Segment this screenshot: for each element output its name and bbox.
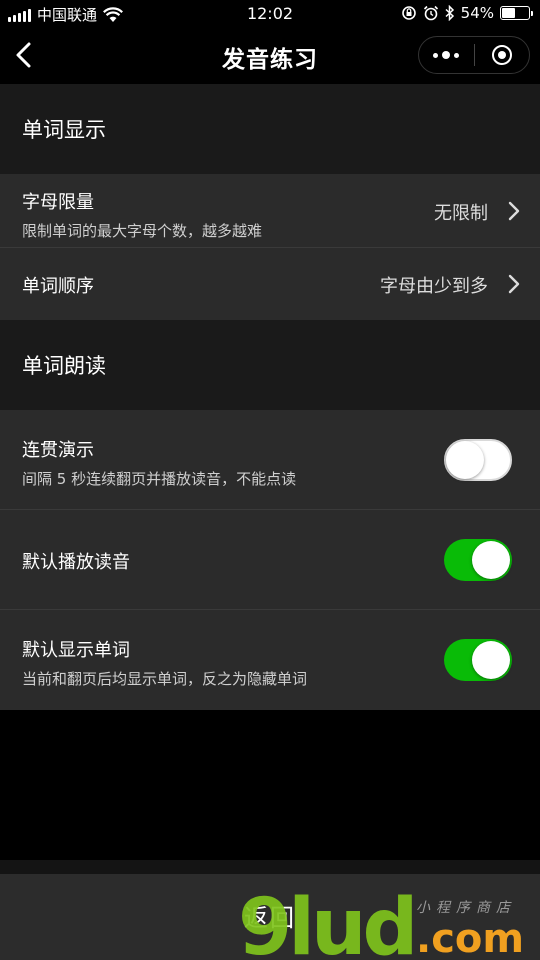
watermark-main: 9lud	[238, 890, 414, 960]
letter-limit-value: 无限制	[434, 203, 488, 224]
toggle-knob	[472, 641, 510, 679]
more-dots-icon	[433, 51, 460, 59]
bluetooth-icon	[445, 5, 454, 21]
section-header-reading: 单词朗读	[0, 320, 540, 410]
section-header-display: 单词显示	[0, 84, 540, 174]
word-order-title: 单词顺序	[22, 276, 94, 297]
target-circle-icon	[491, 45, 512, 65]
word-order-row[interactable]: 单词顺序 字母由少到多	[0, 248, 540, 320]
close-miniprogram-button[interactable]	[475, 37, 530, 73]
more-button[interactable]	[419, 37, 474, 73]
letter-limit-row[interactable]: 字母限量 限制单词的最大字母个数，越多越难 无限制	[0, 174, 540, 248]
watermark-tagline: 小程序商店	[416, 900, 516, 916]
miniprogram-capsule	[418, 36, 530, 74]
status-bar: 中国联通 12:02 54%	[0, 0, 540, 28]
default-show-subtitle: 当前和翻页后均显示单词，反之为隐藏单词	[22, 670, 308, 688]
default-audio-title: 默认播放读音	[22, 552, 130, 573]
continuous-demo-subtitle: 间隔 5 秒连续翻页并播放读音，不能点读	[22, 470, 297, 488]
continuous-demo-toggle[interactable]	[444, 439, 512, 481]
toggle-knob	[472, 541, 510, 579]
default-audio-row: 默认播放读音	[0, 510, 540, 610]
settings-list: 单词显示 字母限量 限制单词的最大字母个数，越多越难 无限制 单词顺序 字母由少…	[0, 84, 540, 710]
site-watermark: 9lud .com 小程序商店	[238, 890, 524, 960]
default-show-row: 默认显示单词 当前和翻页后均显示单词，反之为隐藏单词	[0, 610, 540, 710]
watermark-suffix: .com	[416, 916, 524, 960]
continuous-demo-row: 连贯演示 间隔 5 秒连续翻页并播放读音，不能点读	[0, 410, 540, 510]
bottom-divider-strip	[0, 860, 540, 874]
default-audio-toggle[interactable]	[444, 539, 512, 581]
alarm-icon	[423, 5, 438, 21]
default-show-title: 默认显示单词	[22, 640, 130, 661]
battery-icon	[500, 6, 533, 20]
chevron-right-icon	[508, 274, 520, 294]
toggle-knob	[446, 441, 484, 479]
default-show-toggle[interactable]	[444, 639, 512, 681]
navigation-bar: 发音练习	[0, 28, 540, 84]
letter-limit-title: 字母限量	[22, 192, 94, 213]
battery-percent: 54%	[460, 4, 494, 22]
orientation-lock-icon	[401, 6, 416, 20]
chevron-right-icon	[508, 201, 520, 221]
letter-limit-subtitle: 限制单词的最大字母个数，越多越难	[22, 222, 263, 240]
continuous-demo-title: 连贯演示	[22, 440, 94, 461]
word-order-value: 字母由少到多	[380, 276, 488, 297]
